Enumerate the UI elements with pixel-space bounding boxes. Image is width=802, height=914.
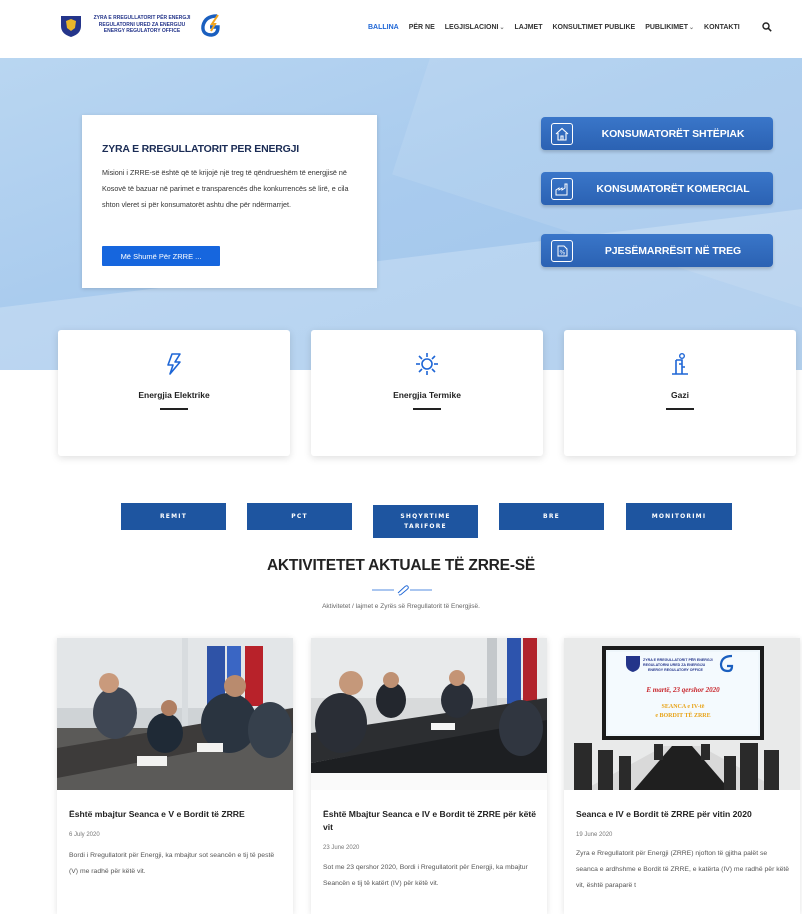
nav-item-kontakti[interactable]: KONTAKTI <box>704 24 740 31</box>
tab-pct[interactable]: PCT <box>247 503 352 530</box>
logo-line-3: ENERGY REGULATORY OFFICE <box>103 28 181 35</box>
news-card[interactable]: Është mbajtur Seanca e V e Bordit të ZRR… <box>57 638 293 914</box>
search-icon[interactable] <box>762 22 772 32</box>
sun-icon <box>416 353 438 375</box>
energy-card-thermal[interactable]: Energjia Termike <box>311 330 543 456</box>
meeting-photo-image <box>57 638 293 790</box>
card-underline <box>666 408 694 410</box>
mission-title: ZYRA E RREGULLATORIT PER ENERGJI <box>102 143 300 155</box>
market-participants-label: PJESËMARRËSIT NË TREG <box>604 244 742 257</box>
tab-bre[interactable]: BRE <box>499 503 604 530</box>
nav-item-label: KONTAKTI <box>704 24 740 31</box>
nav-item-ballina[interactable]: BALLINA <box>368 24 399 31</box>
news-photo[interactable] <box>311 638 547 790</box>
news-date: 19 June 2020 <box>576 832 613 838</box>
chevron-down-icon: ⌄ <box>688 25 695 31</box>
news-card[interactable]: ZYRA E RREGULLATORIT PËR ENERGJI REGULAT… <box>564 638 800 914</box>
site-header: ZYRA E RREGULLATORIT PËR ENERGJI REGULAT… <box>0 0 802 58</box>
commercial-consumers-label: KONSUMATORËT KOMERCIAL <box>596 182 750 195</box>
market-participants-button[interactable]: % PJESËMARRËSIT NË TREG <box>541 234 773 267</box>
nav-item-për-ne[interactable]: PËR NE <box>409 24 435 31</box>
factory-icon <box>551 177 573 200</box>
household-consumers-button[interactable]: KONSUMATORËT SHTËPIAK <box>541 117 773 150</box>
main-nav: BALLINA PËR NE LEGJISLACIONI⌄ LAJMET KONSULT… <box>368 24 750 31</box>
news-date: 23 June 2020 <box>323 845 360 851</box>
energy-card-label: Energjia Termike <box>393 390 461 400</box>
news-excerpt: Zyra e Rregullatorit për Energji (ZRRE) … <box>576 850 790 889</box>
energy-card-gas[interactable]: Gazi <box>564 330 796 456</box>
tab-tariff-reviews[interactable]: SHQYRTIME TARIFORE <box>373 505 478 538</box>
nav-item-label: KONSULTIMET PUBLIKE <box>552 24 636 31</box>
ero-logo-mark-icon <box>201 14 220 37</box>
chevron-down-icon: ⌄ <box>499 25 505 31</box>
card-underline <box>413 408 441 410</box>
household-consumers-label: KONSUMATORËT SHTËPIAK <box>601 127 745 140</box>
image-logo-line-3: ENERGY REGULATORY OFFICE <box>648 668 704 672</box>
nav-item-lajmet[interactable]: LAJMET <box>515 24 543 31</box>
logo-text: ZYRA E RREGULLATORIT PËR ENERGJI REGULAT… <box>88 15 196 35</box>
more-about-button[interactable]: Më Shumë Për ZRRE ... <box>102 246 220 266</box>
session-announcement-image: ZYRA E RREGULLATORIT PËR ENERGJI REGULAT… <box>564 638 800 790</box>
percent-tag-icon: % <box>551 239 573 262</box>
lightning-icon <box>167 353 181 375</box>
section-subtitle: Aktivitetet / lajmet e Zyrës së Rregulla… <box>322 603 480 610</box>
mission-text: Misioni i ZRRE-së është që të krijojë nj… <box>102 168 349 209</box>
meeting-photo-image <box>311 638 547 790</box>
section-title: AKTIVITETET AKTUALE TË ZRRE-SË <box>266 557 536 574</box>
section-divider-paperclip-icon <box>372 585 432 596</box>
nav-item-label: PUBLIKIMET <box>645 24 688 31</box>
news-card[interactable]: Është Mbajtur Seanca e IV e Bordit të ZR… <box>311 638 547 914</box>
nav-item-label: PËR NE <box>408 24 435 31</box>
image-session-line-1: SEANCA e IV-të <box>662 704 705 710</box>
kosovo-emblem-icon <box>61 13 81 37</box>
news-excerpt: Sot me 23 qershor 2020, Bordi i Rregulla… <box>323 864 528 887</box>
logo-line-1: ZYRA E RREGULLATORIT PËR ENERGJI <box>93 15 191 22</box>
energy-card-label: Gazi <box>671 390 689 400</box>
image-logo-line-1: ZYRA E RREGULLATORIT PËR ENERGJI <box>643 658 713 662</box>
nav-item-publikimet[interactable]: PUBLIKIMET⌄ <box>645 24 694 31</box>
commercial-consumers-button[interactable]: KONSUMATORËT KOMERCIAL <box>541 172 773 205</box>
image-date: E martë, 23 qershor 2020 <box>645 686 720 694</box>
nav-item-legjislacioni[interactable]: LEGJISLACIONI⌄ <box>445 24 505 31</box>
image-logo-line-2: REGULATORNI URED ZA ENERGIJU <box>643 663 706 667</box>
news-date: 6 July 2020 <box>69 832 100 838</box>
news-photo[interactable] <box>57 638 293 790</box>
tab-monitoring[interactable]: MONITORIMI <box>626 503 732 530</box>
nav-item-label: BALLINA <box>368 24 399 31</box>
svg-text:%: % <box>560 249 566 256</box>
news-title[interactable]: Është mbajtur Seanca e V e Bordit të ZRR… <box>69 808 283 821</box>
image-session-line-2: e BORDIT TË ZRRE <box>655 712 710 719</box>
nav-item-label: LEGJISLACIONI <box>444 24 499 31</box>
tab-remit[interactable]: REMIT <box>121 503 226 530</box>
news-title[interactable]: Është Mbajtur Seanca e IV e Bordit të ZR… <box>323 808 537 834</box>
nav-item-konsultimet-publike[interactable]: KONSULTIMET PUBLIKE <box>553 24 636 31</box>
site-logo[interactable]: ZYRA E RREGULLATORIT PËR ENERGJI REGULAT… <box>58 12 222 38</box>
nav-item-label: LAJMET <box>514 24 543 31</box>
news-photo[interactable]: ZYRA E RREGULLATORIT PËR ENERGJI REGULAT… <box>564 638 800 790</box>
gas-icon <box>672 353 688 375</box>
mission-card: ZYRA E RREGULLATORIT PER ENERGJI Misioni… <box>82 115 377 288</box>
card-underline <box>160 408 188 410</box>
house-icon <box>551 122 573 145</box>
news-excerpt: Bordi i Rregullatorit për Energji, ka mb… <box>69 852 275 875</box>
energy-card-electric[interactable]: Energjia Elektrike <box>58 330 290 456</box>
news-title[interactable]: Seanca e IV e Bordit të ZRRE për vitin 2… <box>576 808 790 821</box>
energy-card-label: Energjia Elektrike <box>138 390 210 400</box>
